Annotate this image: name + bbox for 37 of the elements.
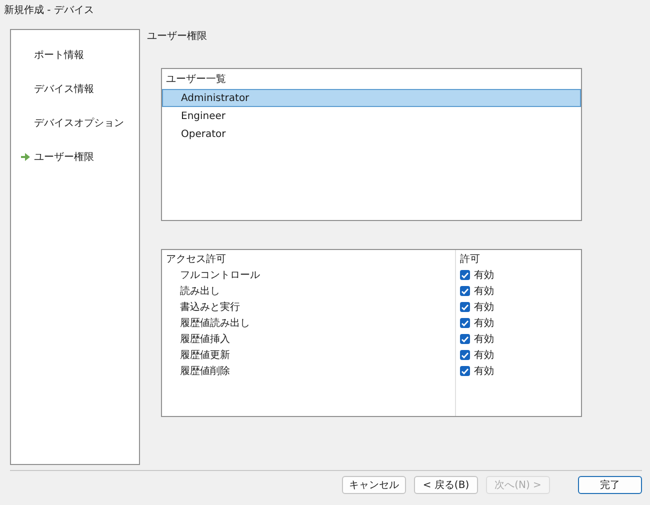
- checkbox[interactable]: [460, 270, 470, 280]
- permission-checkbox[interactable]: 有効: [456, 347, 581, 363]
- permission-name: 履歴値更新: [179, 348, 231, 363]
- user-row[interactable]: Operator: [162, 125, 581, 143]
- permission-checkbox[interactable]: 有効: [456, 331, 581, 347]
- dialog-button[interactable]: キャンセル: [342, 476, 406, 494]
- permission-checkbox[interactable]: 有効: [456, 363, 581, 379]
- permission-checkbox[interactable]: 有効: [456, 315, 581, 331]
- permission-checkbox[interactable]: 有効: [456, 267, 581, 283]
- permission-name: 履歴値読み出し: [179, 316, 251, 331]
- user-row[interactable]: Administrator: [162, 89, 581, 107]
- permission-name: 読み出し: [179, 284, 221, 299]
- permission-name: フルコントロール: [179, 269, 261, 283]
- checkbox[interactable]: [460, 286, 470, 296]
- dialog-button[interactable]: < 戻る(B): [414, 476, 478, 494]
- column-header: ユーザー一覧: [165, 73, 227, 87]
- checkbox[interactable]: [460, 334, 470, 344]
- checkbox[interactable]: [460, 350, 470, 360]
- sidebar-item[interactable]: デバイスオプション: [11, 106, 139, 140]
- column-header: アクセス許可: [165, 252, 227, 266]
- permission-name: 書込みと実行: [179, 300, 241, 315]
- permission-checkbox[interactable]: 有効: [456, 283, 581, 299]
- column-header: 許可: [459, 252, 481, 266]
- checkbox[interactable]: [460, 366, 470, 376]
- dialog-button[interactable]: 完了: [578, 476, 642, 494]
- page-title: ユーザー権限: [147, 30, 208, 43]
- permission-checkbox[interactable]: 有効: [456, 299, 581, 315]
- sidebar-item[interactable]: デバイス情報: [11, 72, 139, 106]
- checkbox[interactable]: [460, 302, 470, 312]
- permission-name: 履歴値挿入: [179, 332, 231, 347]
- permission-name: 履歴値削除: [179, 364, 231, 379]
- window-title: 新規作成 - デバイス: [4, 4, 94, 17]
- sidebar-item[interactable]: ユーザー権限: [11, 140, 139, 174]
- user-row[interactable]: Engineer: [162, 107, 581, 125]
- arrow-icon: [21, 153, 30, 161]
- sidebar-item[interactable]: ポート情報: [11, 38, 139, 72]
- checkbox[interactable]: [460, 318, 470, 328]
